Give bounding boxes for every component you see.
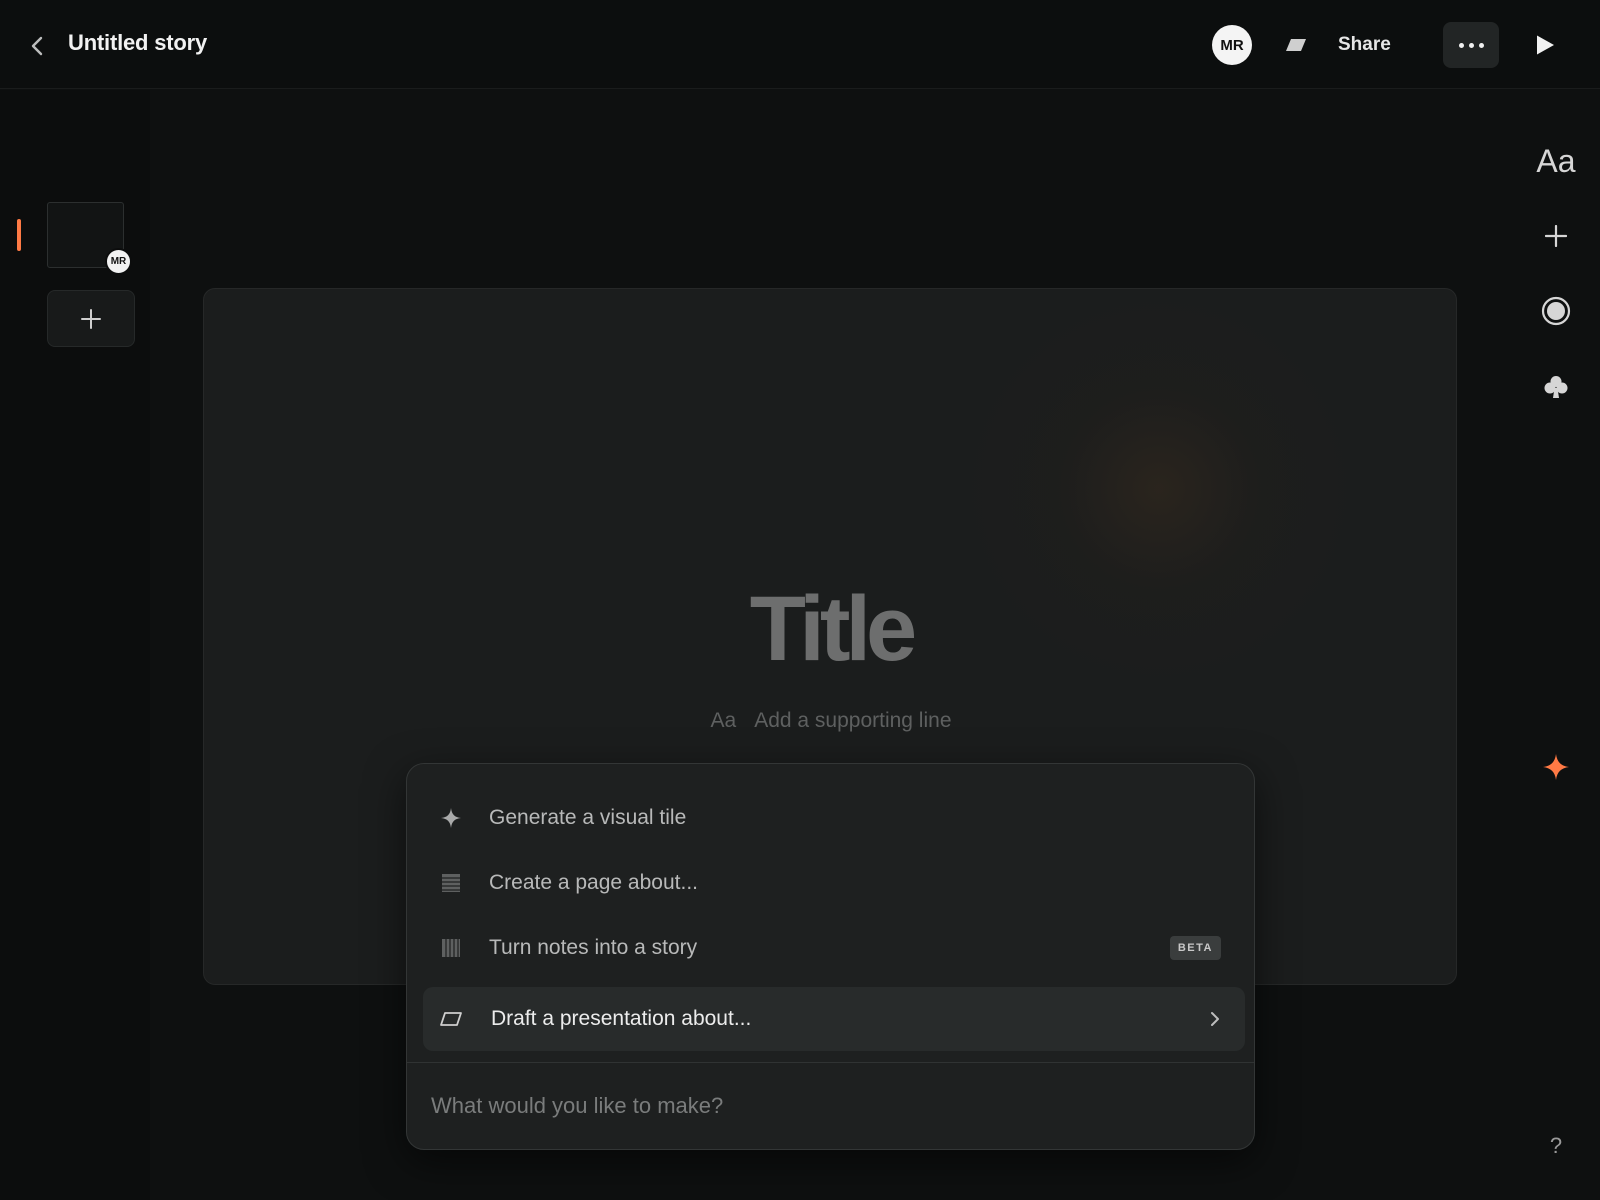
chevron-right-icon xyxy=(1203,1007,1227,1031)
share-button[interactable]: Share xyxy=(1338,30,1391,60)
menu-item-generate-visual-tile[interactable]: Generate a visual tile xyxy=(423,786,1245,850)
sparkle-icon xyxy=(1543,754,1569,780)
text-style-button[interactable]: Aa xyxy=(1532,137,1580,185)
user-avatar[interactable]: MR xyxy=(1212,25,1252,65)
help-button[interactable]: ? xyxy=(1540,1130,1572,1162)
parallelogram-icon xyxy=(1286,39,1306,51)
menu-item-turn-notes-into-story[interactable]: Turn notes into a story BETA xyxy=(423,916,1245,980)
club-icon xyxy=(1544,376,1568,398)
text-style-toggle[interactable]: Aa xyxy=(711,709,737,732)
add-block-button[interactable] xyxy=(1532,212,1580,260)
plus-icon xyxy=(1545,225,1567,247)
menu-item-label: Create a page about... xyxy=(489,871,698,894)
slide-title[interactable]: Title xyxy=(204,577,1456,682)
menu-item-label: Generate a visual tile xyxy=(489,806,687,829)
play-button[interactable] xyxy=(1533,32,1557,58)
prompt-input[interactable] xyxy=(431,1084,1231,1128)
parallelogram-icon xyxy=(440,1012,462,1026)
menu-item-label: Draft a presentation about... xyxy=(491,1007,752,1030)
more-options-button[interactable] xyxy=(1443,22,1499,68)
popup-divider xyxy=(407,1062,1254,1063)
beta-badge: BETA xyxy=(1169,936,1221,960)
ai-command-popup: Generate a visual tile Create a page abo… xyxy=(406,763,1255,1150)
document-title[interactable]: Untitled story xyxy=(68,30,207,56)
plus-icon xyxy=(81,308,101,329)
add-slide-button[interactable] xyxy=(47,290,135,347)
sparkle-icon xyxy=(441,808,461,828)
ai-assistant-button[interactable] xyxy=(1532,743,1580,791)
supporting-line[interactable]: Aa Add a supporting line xyxy=(204,709,1456,733)
back-button[interactable] xyxy=(26,32,48,60)
supporting-line-placeholder[interactable]: Add a supporting line xyxy=(754,709,951,732)
thumbnail-avatar: MR xyxy=(105,248,132,275)
active-slide-indicator xyxy=(17,219,21,251)
menu-item-create-page[interactable]: Create a page about... xyxy=(423,851,1245,915)
record-icon xyxy=(1541,296,1571,326)
chevron-left-icon xyxy=(31,36,43,56)
menu-item-draft-presentation[interactable]: Draft a presentation about... xyxy=(423,987,1245,1051)
record-button[interactable] xyxy=(1532,287,1580,335)
top-bar: Untitled story MR Share xyxy=(0,0,1600,89)
presentation-mode-button[interactable] xyxy=(1284,36,1308,54)
page-icon xyxy=(442,874,460,892)
menu-item-label: Turn notes into a story xyxy=(489,936,698,959)
theme-button[interactable] xyxy=(1532,363,1580,411)
play-icon xyxy=(1537,35,1554,55)
ellipsis-icon xyxy=(1458,42,1464,48)
notes-icon xyxy=(442,939,460,957)
